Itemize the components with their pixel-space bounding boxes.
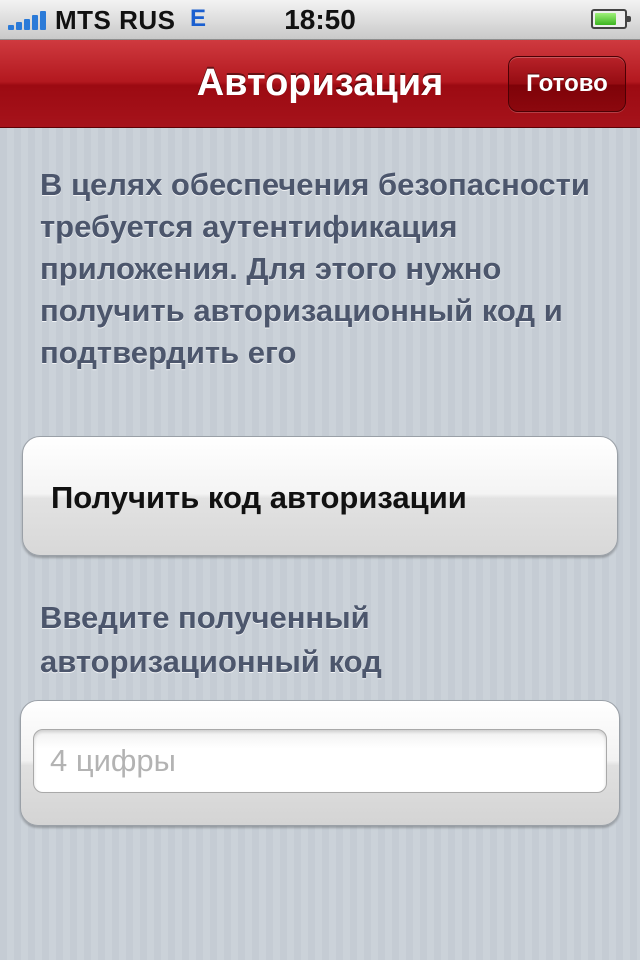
battery-level-fill (595, 13, 616, 25)
status-time: 18:50 (284, 4, 356, 35)
auth-code-input[interactable] (33, 729, 607, 793)
enter-code-label: Введите полученный авторизационный код (40, 600, 382, 679)
security-info-text: В целях обеспечения безопасности требует… (40, 167, 590, 370)
done-button[interactable]: Готово (508, 56, 626, 112)
battery-icon (591, 9, 631, 29)
get-auth-code-button[interactable]: Получить код авторизации (22, 436, 618, 556)
get-auth-code-label: Получить код авторизации (51, 480, 467, 515)
code-input-panel (20, 700, 620, 826)
status-bar: MTS RUS E 18:50 (0, 0, 640, 40)
navigation-bar: Авторизация Готово (0, 40, 640, 128)
